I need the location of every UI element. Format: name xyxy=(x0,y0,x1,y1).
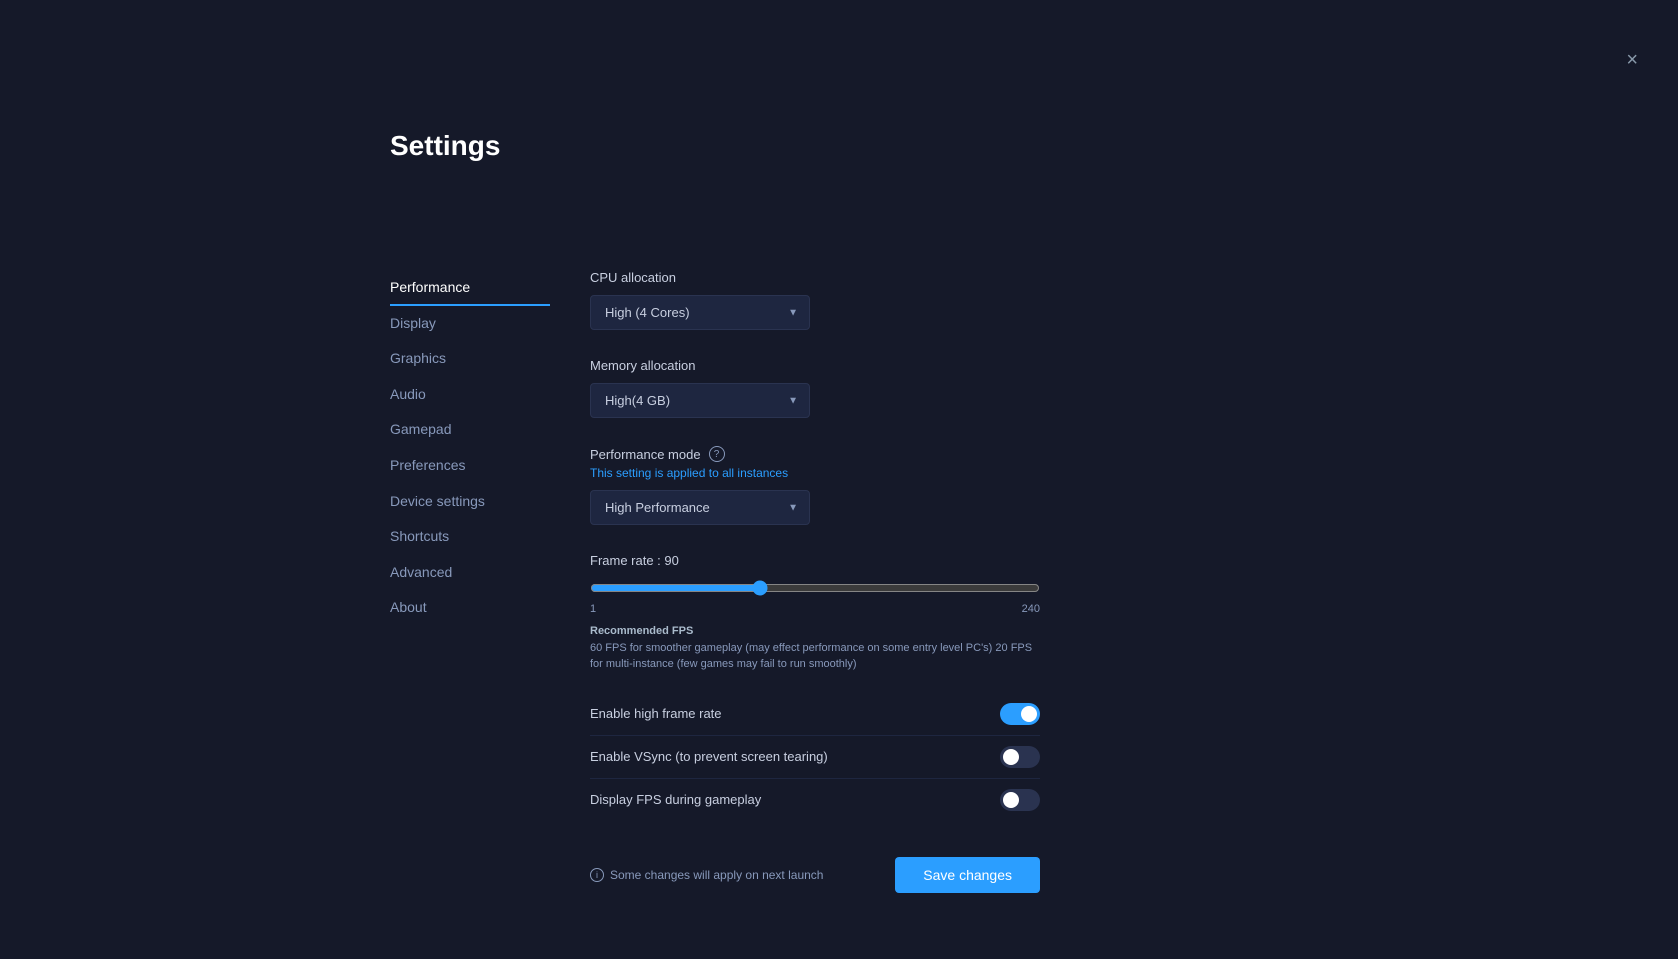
memory-allocation-select-wrapper: Low (1 GB) Medium (2 GB) High(4 GB) Ultr… xyxy=(590,383,810,418)
slider-min-label: 1 xyxy=(590,603,596,615)
frame-rate-label: Frame rate : 90 xyxy=(590,553,1090,568)
sidebar-item-performance[interactable]: Performance xyxy=(390,270,550,306)
page-title: Settings xyxy=(390,130,500,162)
sidebar-item-preferences[interactable]: Preferences xyxy=(390,448,550,484)
toggle-row-high-frame-rate: Enable high frame rate xyxy=(590,693,1040,736)
toggle-label-vsync: Enable VSync (to prevent screen tearing) xyxy=(590,749,828,764)
save-changes-button[interactable]: Save changes xyxy=(895,857,1040,893)
performance-mode-select-wrapper: Balanced High Performance Power Saving ▼ xyxy=(590,490,810,525)
frame-rate-section: Frame rate : 90 1 240 Recommended FPS 60… xyxy=(590,553,1090,673)
performance-mode-info-icon[interactable]: ? xyxy=(709,446,725,462)
performance-mode-label-row: Performance mode ? xyxy=(590,446,1090,462)
memory-allocation-select[interactable]: Low (1 GB) Medium (2 GB) High(4 GB) Ultr… xyxy=(590,383,810,418)
performance-mode-section: Performance mode ? This setting is appli… xyxy=(590,446,1090,525)
toggles-container: Enable high frame rate Enable VSync (to … xyxy=(590,693,1090,821)
toggle-label-high-frame-rate: Enable high frame rate xyxy=(590,706,722,721)
sidebar-item-display[interactable]: Display xyxy=(390,306,550,342)
content-area: CPU allocation Low (1 Core) Medium (2 Co… xyxy=(550,270,1090,893)
slider-range-labels: 1 240 xyxy=(590,603,1040,615)
footer-notice-text: Some changes will apply on next launch xyxy=(610,868,823,882)
recommended-fps-title: Recommended FPS xyxy=(590,625,693,637)
sidebar-item-shortcuts[interactable]: Shortcuts xyxy=(390,519,550,555)
memory-allocation-label: Memory allocation xyxy=(590,358,1090,373)
sidebar-item-gamepad[interactable]: Gamepad xyxy=(390,412,550,448)
toggle-label-display-fps: Display FPS during gameplay xyxy=(590,792,761,807)
close-button[interactable]: × xyxy=(1626,50,1638,70)
performance-mode-select[interactable]: Balanced High Performance Power Saving xyxy=(590,490,810,525)
cpu-allocation-select[interactable]: Low (1 Core) Medium (2 Cores) High (4 Co… xyxy=(590,295,810,330)
sidebar-item-device-settings[interactable]: Device settings xyxy=(390,484,550,520)
toggle-row-vsync: Enable VSync (to prevent screen tearing) xyxy=(590,736,1040,779)
performance-mode-label: Performance mode xyxy=(590,447,701,462)
recommended-fps-text: Recommended FPS 60 FPS for smoother game… xyxy=(590,623,1040,673)
slider-max-label: 240 xyxy=(1022,603,1040,615)
memory-allocation-section: Memory allocation Low (1 GB) Medium (2 G… xyxy=(590,358,1090,418)
sidebar: Performance Display Graphics Audio Gamep… xyxy=(390,270,550,893)
sidebar-item-about[interactable]: About xyxy=(390,590,550,626)
frame-rate-slider[interactable] xyxy=(590,580,1040,596)
toggle-knob-display-fps xyxy=(1003,792,1019,808)
toggle-knob-high-frame-rate xyxy=(1021,706,1037,722)
recommended-fps-description: 60 FPS for smoother gameplay (may effect… xyxy=(590,642,1032,671)
cpu-allocation-section: CPU allocation Low (1 Core) Medium (2 Co… xyxy=(590,270,1090,330)
sidebar-item-advanced[interactable]: Advanced xyxy=(390,555,550,591)
toggle-display-fps[interactable] xyxy=(1000,789,1040,811)
footer-notice-icon: i xyxy=(590,868,604,882)
cpu-allocation-label: CPU allocation xyxy=(590,270,1090,285)
toggle-knob-vsync xyxy=(1003,749,1019,765)
footer-bar: i Some changes will apply on next launch… xyxy=(590,841,1040,893)
sidebar-item-audio[interactable]: Audio xyxy=(390,377,550,413)
cpu-allocation-select-wrapper: Low (1 Core) Medium (2 Cores) High (4 Co… xyxy=(590,295,810,330)
performance-mode-notice: This setting is applied to all instances xyxy=(590,466,1090,480)
footer-notice: i Some changes will apply on next launch xyxy=(590,868,823,882)
toggle-vsync[interactable] xyxy=(1000,746,1040,768)
toggle-row-display-fps: Display FPS during gameplay xyxy=(590,779,1040,821)
sidebar-item-graphics[interactable]: Graphics xyxy=(390,341,550,377)
toggle-high-frame-rate[interactable] xyxy=(1000,703,1040,725)
